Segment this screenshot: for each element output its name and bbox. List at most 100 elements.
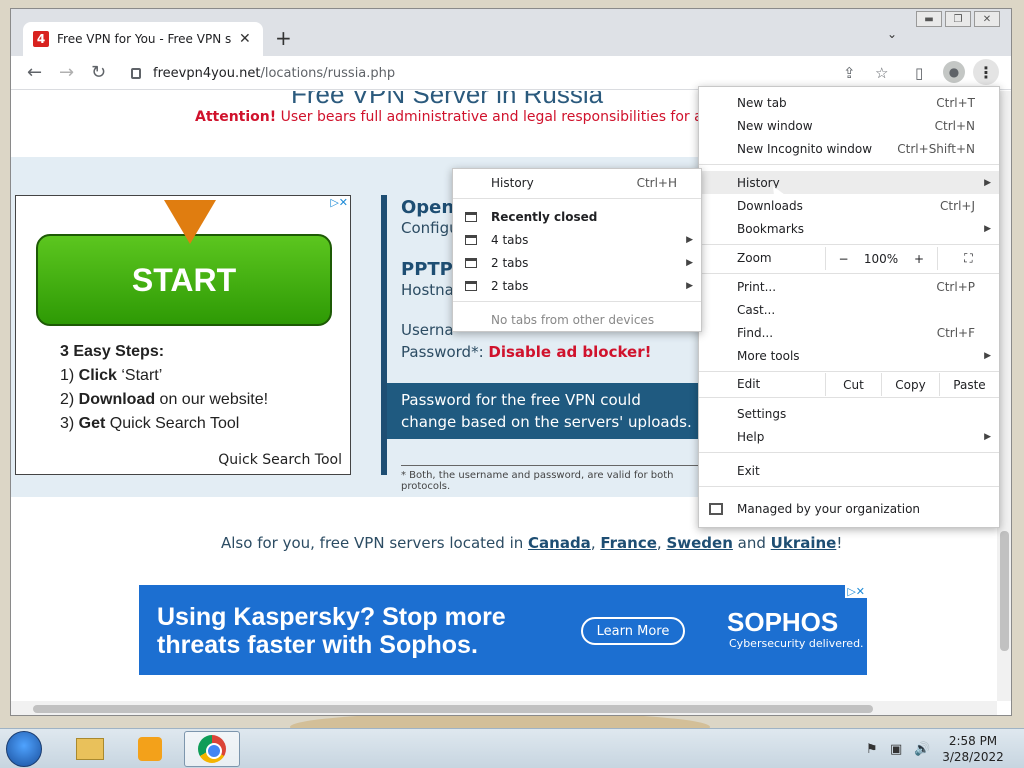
recently-closed-heading: Recently closed [453,205,701,228]
ad-headline: Using Kaspersky? Stop more threats faste… [157,603,506,659]
menu-shortcut: Ctrl+T [936,95,975,110]
profile-avatar-icon[interactable]: ● [943,61,965,83]
recent-item[interactable]: 2 tabs ▶ [453,251,701,274]
arrow-down-icon [164,200,216,244]
back-icon[interactable]: ← [27,62,42,83]
attention-text: User bears full administrative and legal… [276,109,766,125]
start-ad[interactable]: ▷✕ START 3 Easy Steps: 1) Click ‘Start’ … [15,195,351,475]
ad-headline-line1: Using Kaspersky? Stop more [157,603,506,631]
address-bar[interactable]: freevpn4you.net/locations/russia.php [119,60,899,86]
bookmark-star-icon[interactable]: ☆ [875,64,888,82]
openvpn-sub: Configu [401,219,459,237]
network-icon[interactable]: ▣ [890,742,902,757]
reload-icon[interactable]: ↻ [91,62,106,83]
attention-notice: Attention! User bears full administrativ… [195,109,765,125]
menu-label: New Incognito window [737,141,873,156]
horizontal-scrollbar[interactable] [11,701,997,715]
menu-help[interactable]: Help ▶ [699,425,999,448]
taskbar-explorer[interactable] [62,731,118,767]
menu-downloads[interactable]: Downloads Ctrl+J [699,194,999,217]
window-controls: ▬ ❐ ✕ [913,11,1000,27]
start-button[interactable] [6,731,42,767]
menu-history[interactable]: History ▶ [699,171,999,194]
menu-label: Bookmarks [737,221,805,236]
sophos-tagline: Cybersecurity delivered. [729,637,864,650]
fullscreen-icon[interactable]: ⛶ [937,247,999,270]
ad-choices-icon[interactable]: ▷✕ [845,585,867,598]
cut-button[interactable]: Cut [825,373,881,396]
menu-label: No tabs from other devices [491,312,655,327]
password-row: Password*: Disable ad blocker! [401,343,651,361]
share-icon[interactable]: ⇪ [843,64,856,82]
menu-exit[interactable]: Exit [699,459,999,482]
scroll-thumb[interactable] [1000,531,1009,651]
menu-shortcut: Ctrl+Shift+N [897,141,975,156]
tab-close-icon[interactable]: ✕ [239,31,251,47]
chrome-menu-icon[interactable]: ⋮ [973,59,999,85]
folder-icon [76,738,104,760]
zoom-in-button[interactable]: + [901,247,937,270]
menu-print[interactable]: Print... Ctrl+P [699,275,999,298]
system-clock[interactable]: 2:58 PM 3/28/2022 [938,733,1008,765]
menu-divider [699,164,999,165]
menu-shortcut: Ctrl+P [936,279,975,294]
menu-cast[interactable]: Cast... [699,298,999,321]
close-window-icon[interactable]: ✕ [974,11,1000,27]
scroll-thumb[interactable] [33,705,873,713]
tab-strip: 4 Free VPN for You - Free VPN serv ✕ + ⌄… [11,9,1011,56]
link-france[interactable]: France [600,534,657,552]
copy-button[interactable]: Copy [881,373,939,396]
menu-label: History [491,175,534,190]
menu-find[interactable]: Find... Ctrl+F [699,321,999,344]
window-icon [465,211,477,222]
menu-zoom: Zoom − 100% + ⛶ [699,247,999,270]
menu-incognito[interactable]: New Incognito window Ctrl+Shift+N [699,137,999,160]
tab-search-chevron-icon[interactable]: ⌄ [887,27,897,41]
also-prefix: Also for you, free VPN servers located i… [221,534,529,552]
side-panel-icon[interactable]: ▯ [915,64,923,82]
menu-bookmarks[interactable]: Bookmarks ▶ [699,217,999,240]
recent-item[interactable]: 2 tabs ▶ [453,274,701,297]
minimize-icon[interactable]: ▬ [916,11,942,27]
link-canada[interactable]: Canada [528,534,591,552]
browser-toolbar: ← → ↻ freevpn4you.net/locations/russia.p… [11,56,1011,90]
submenu-arrow-icon: ▶ [984,223,991,234]
menu-new-tab[interactable]: New tab Ctrl+T [699,91,999,114]
restore-icon[interactable]: ❐ [945,11,971,27]
no-tabs-note: No tabs from other devices [453,308,701,331]
sophos-ad[interactable]: ▷✕ Using Kaspersky? Stop more threats fa… [139,585,867,675]
ad-footer: Quick Search Tool [218,452,342,468]
new-tab-icon[interactable]: + [275,26,292,50]
lock-icon[interactable] [131,67,141,79]
learn-more-button[interactable]: Learn More [581,617,685,645]
menu-managed[interactable]: Managed by your organization [699,497,999,520]
zoom-out-button[interactable]: − [825,247,861,270]
action-center-icon[interactable]: ⚑ [866,742,878,757]
menu-more-tools[interactable]: More tools ▶ [699,344,999,367]
pptp-heading: PPTP [401,259,453,280]
chrome-main-menu: New tab Ctrl+T New window Ctrl+N New Incog… [698,86,1000,528]
history-item[interactable]: History Ctrl+H [453,171,701,194]
menu-label: Print... [737,279,777,294]
taskbar-media-player[interactable] [122,731,178,767]
recent-item[interactable]: 4 tabs ▶ [453,228,701,251]
taskbar-chrome[interactable] [184,731,240,767]
chrome-icon [198,735,226,763]
paste-button[interactable]: Paste [939,373,999,396]
menu-label: 4 tabs [491,232,529,247]
ad-choices-icon[interactable]: ▷✕ [330,196,348,209]
menu-label: Settings [737,406,787,421]
building-icon [709,502,723,515]
clock-time: 2:58 PM [948,734,998,748]
start-button[interactable]: START [36,234,332,326]
menu-divider [699,452,999,453]
menu-new-window[interactable]: New window Ctrl+N [699,114,999,137]
browser-tab[interactable]: 4 Free VPN for You - Free VPN serv ✕ [23,22,263,56]
steps-list: 3 Easy Steps: 1) Click ‘Start’ 2) Downlo… [60,343,269,432]
volume-icon[interactable]: 🔊 [914,742,930,757]
link-ukraine[interactable]: Ukraine [771,534,837,552]
media-player-icon [138,737,162,761]
forward-icon[interactable]: → [59,62,74,83]
link-sweden[interactable]: Sweden [666,534,732,552]
menu-settings[interactable]: Settings [699,402,999,425]
